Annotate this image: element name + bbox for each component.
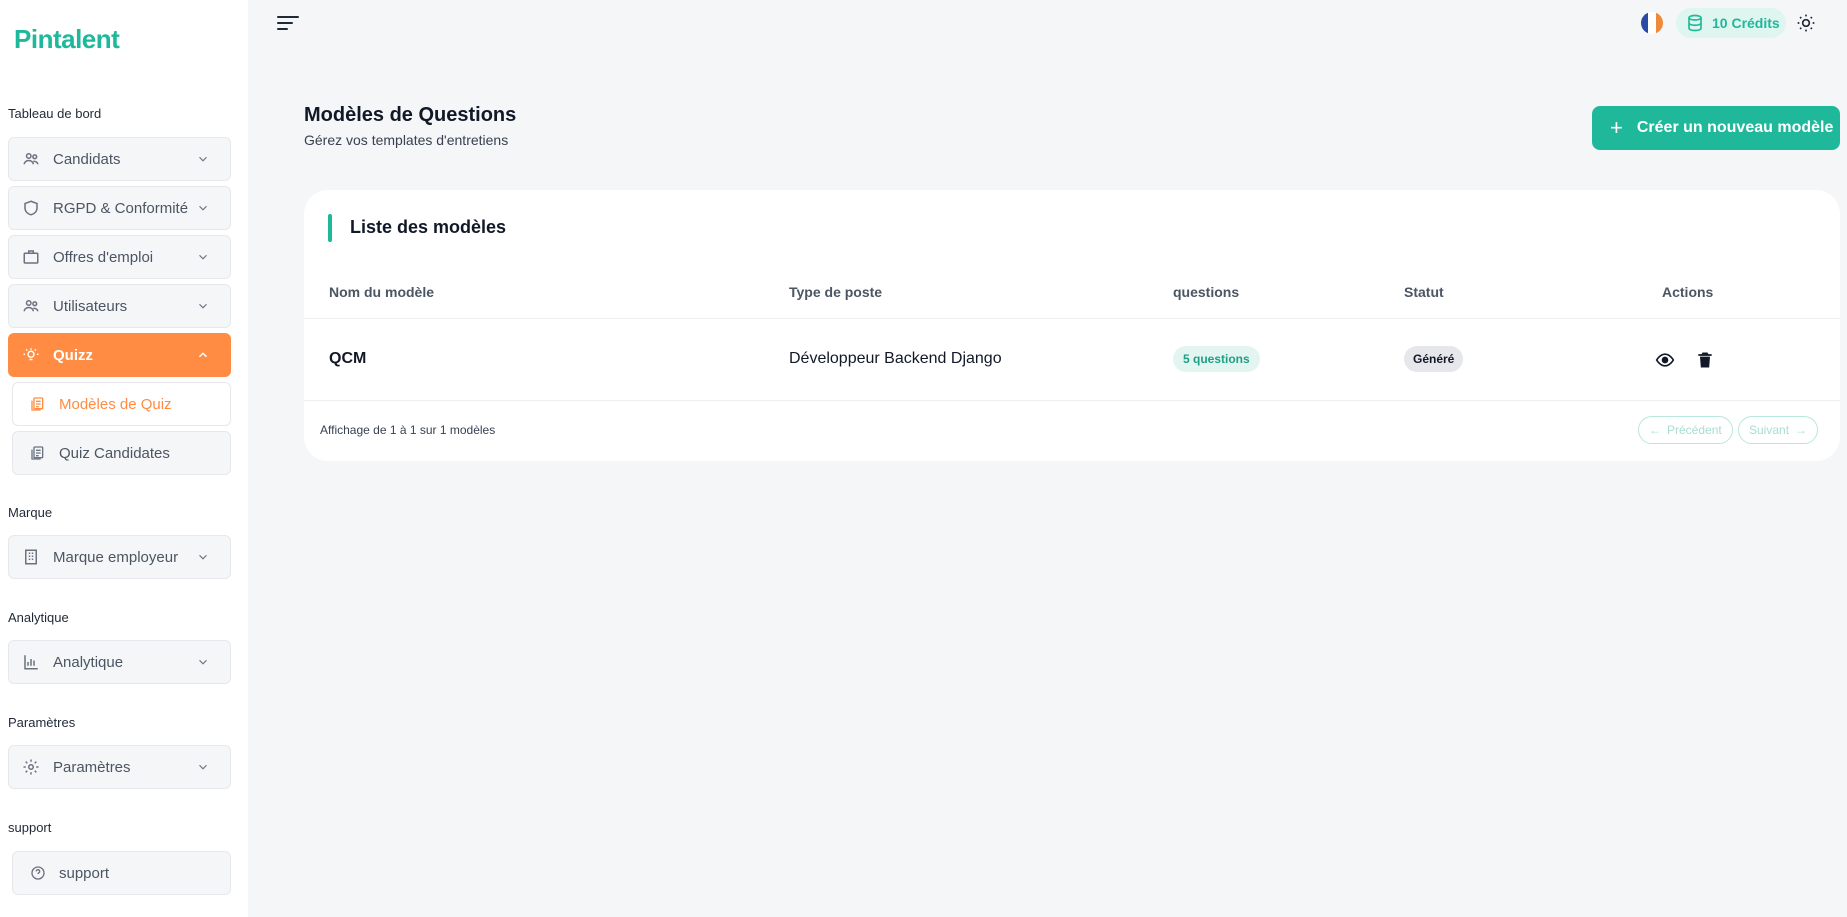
sidebar-item-label: RGPD & Conformité [53,199,189,217]
sidebar-item-parametres[interactable]: Paramètres [8,745,231,789]
plus-icon: + [1610,115,1623,140]
page-subtitle: Gérez vos templates d'entretiens [304,132,509,148]
cell-job-type: Développeur Backend Django [789,350,1002,367]
chevron-down-icon [199,205,207,211]
page-title: Modèles de Questions [304,104,517,126]
cell-name: QCM [329,350,367,367]
sidebar-subitem-label: Quiz Candidates [59,444,170,462]
section-label-dashboard: Tableau de bord [8,106,102,121]
sidebar-item-offres[interactable]: Offres d'emploi [8,235,231,279]
sidebar: Pint ale nt Tableau de bord Candidats RGPD… [0,0,248,917]
theme-toggle-sun-icon[interactable] [1796,13,1816,33]
database-icon [1688,14,1702,32]
credits-badge[interactable]: 10 Crédits [1676,8,1786,38]
sidebar-item-label: Analytique [53,653,124,671]
next-page-label: Suivant [1749,423,1790,437]
menu-toggle-icon[interactable] [276,14,300,34]
create-template-button[interactable]: + Créer un nouveau modèle [1592,106,1840,150]
arrow-left-icon: ← [1649,423,1661,437]
bar-chart-icon [21,652,41,672]
sidebar-subitem-modeles-quiz[interactable]: Modèles de Quiz [12,382,231,426]
table-divider [304,400,1840,401]
sidebar-item-utilisateurs[interactable]: Utilisateurs [8,284,231,328]
section-label-settings: Paramètres [8,715,76,730]
sidebar-item-support[interactable]: support [12,851,231,895]
delete-trash-icon[interactable] [1695,350,1715,370]
sidebar-item-rgpd[interactable]: RGPD & Conformité [8,186,231,230]
card-title: Liste des modèles [350,217,507,237]
credits-label: 10 Crédits [1712,15,1780,31]
users-icon [21,296,41,316]
create-template-label: Créer un nouveau modèle [1636,119,1834,136]
chevron-down-icon [199,156,207,162]
document-icon [29,395,47,413]
brand-logo[interactable]: Pint ale nt [14,22,120,56]
gear-icon [21,757,41,777]
sidebar-item-label: Offres d'emploi [53,248,154,266]
arrow-right-icon: → [1795,423,1808,437]
help-circle-icon [29,864,47,882]
table-divider [304,318,1840,319]
chevron-up-icon [198,352,208,358]
building-icon [21,547,41,567]
sidebar-subitem-quiz-candidates[interactable]: Quiz Candidates [12,431,231,475]
section-label-support: support [8,820,52,835]
card-accent-bar [328,214,332,242]
column-header-status[interactable]: Statut [1404,284,1444,300]
previous-page-label: Précédent [1667,423,1722,437]
chevron-down-icon [199,554,207,560]
sidebar-item-label: Utilisateurs [53,297,128,315]
status-badge: Généré [1404,346,1464,372]
column-header-name[interactable]: Nom du modèle [329,284,434,300]
users-icon [21,149,41,169]
next-page-button[interactable]: Suivant → [1738,416,1819,444]
chevron-down-icon [199,254,207,260]
section-label-brand: Marque [8,505,53,520]
pagination-info: Affichage de 1 à 1 sur 1 modèles [320,423,496,437]
templates-card: Liste des modèles Nom du modèle Type de … [304,190,1840,461]
language-flag-icon[interactable] [1641,12,1663,34]
sidebar-item-analytique[interactable]: Analytique [8,640,231,684]
sidebar-item-label: Paramètres [53,758,131,776]
chevron-down-icon [199,659,207,665]
document-icon [29,444,47,462]
briefcase-icon [21,247,41,267]
sidebar-item-label: Quizz [53,346,93,364]
sidebar-item-label: Candidats [53,150,121,168]
column-header-actions: Actions [1662,284,1714,300]
column-header-questions[interactable]: questions [1173,284,1239,300]
sidebar-item-candidats[interactable]: Candidats [8,137,231,181]
sidebar-item-label: Marque employeur [53,548,179,566]
chevron-down-icon [199,303,207,309]
section-label-analytics: Analytique [8,610,69,625]
lightbulb-icon [21,345,41,365]
shield-icon [21,198,41,218]
previous-page-button[interactable]: ← Précédent [1638,416,1733,444]
sidebar-item-label: support [59,864,110,882]
column-header-job-type[interactable]: Type de poste [789,284,882,300]
chevron-down-icon [199,764,207,770]
sidebar-item-quizz[interactable]: Quizz [8,333,231,377]
sidebar-subitem-label: Modèles de Quiz [59,395,172,413]
questions-count-badge: 5 questions [1173,346,1260,372]
view-eye-icon[interactable] [1655,350,1675,370]
sidebar-item-marque-employeur[interactable]: Marque employeur [8,535,231,579]
